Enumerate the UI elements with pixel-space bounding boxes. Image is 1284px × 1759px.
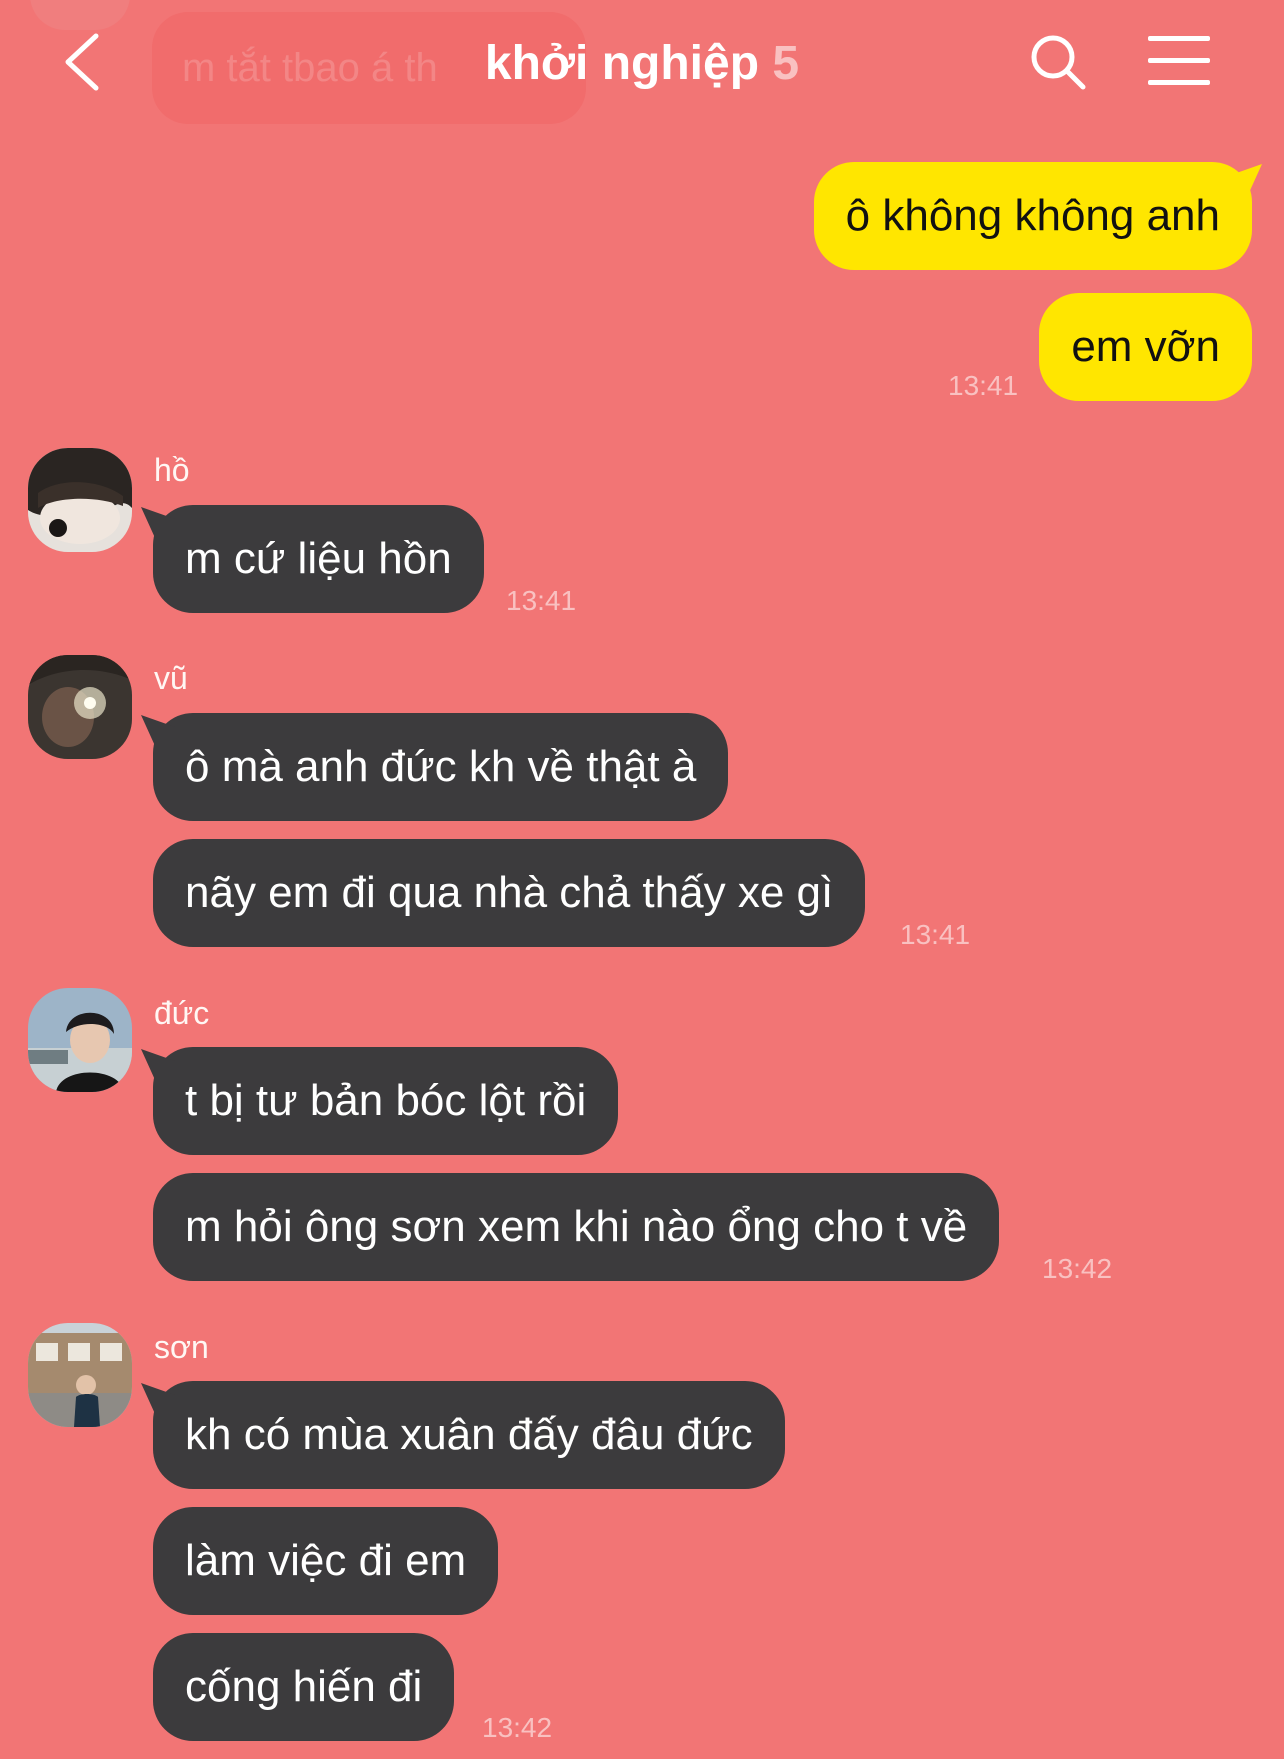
sender-name: hồ — [154, 452, 190, 488]
avatar[interactable] — [28, 988, 132, 1092]
search-icon — [1031, 35, 1086, 90]
message-timestamp: 13:42 — [482, 1712, 553, 1743]
message-timestamp: 13:41 — [506, 585, 577, 616]
menu-button[interactable] — [1146, 36, 1212, 88]
message-timestamp: 13:41 — [948, 370, 1019, 401]
sender-name: vũ — [154, 660, 188, 696]
sender-name: đức — [154, 995, 210, 1031]
message-timestamp: 13:41 — [900, 919, 971, 950]
incoming-message-bubble[interactable]: làm việc đi em — [153, 1507, 499, 1615]
message-timestamp: 13:42 — [1042, 1253, 1113, 1284]
outgoing-message-bubble[interactable]: em vỡn — [1039, 293, 1252, 401]
chat-header: khởi nghiệp 5 — [0, 0, 1284, 130]
incoming-message-bubble[interactable]: cống hiến đi — [153, 1633, 455, 1741]
incoming-message-bubble[interactable]: m hỏi ông sơn xem khi nào ổng cho t về — [153, 1173, 1000, 1281]
incoming-message-bubble[interactable]: nãy em đi qua nhà chả thấy xe gì — [153, 839, 866, 947]
incoming-message-bubble[interactable]: kh có mùa xuân đấy đâu đức — [153, 1381, 785, 1489]
outgoing-message-bubble[interactable]: ô không không anh — [813, 162, 1252, 270]
chat-title: khởi nghiệp 5 — [0, 36, 1284, 91]
chat-name: khởi nghiệp — [484, 37, 760, 90]
sender-name: sơn — [154, 1329, 209, 1365]
avatar[interactable] — [28, 448, 132, 552]
incoming-message-bubble[interactable]: m cứ liệu hồn — [153, 505, 484, 613]
avatar[interactable] — [28, 1323, 132, 1427]
avatar[interactable] — [28, 655, 132, 759]
search-button[interactable] — [1028, 32, 1088, 92]
member-count: 5 — [772, 37, 800, 90]
incoming-message-bubble[interactable]: ô mà anh đức kh về thật à — [153, 713, 729, 821]
incoming-message-bubble[interactable]: t bị tư bản bóc lột rồi — [153, 1047, 619, 1155]
